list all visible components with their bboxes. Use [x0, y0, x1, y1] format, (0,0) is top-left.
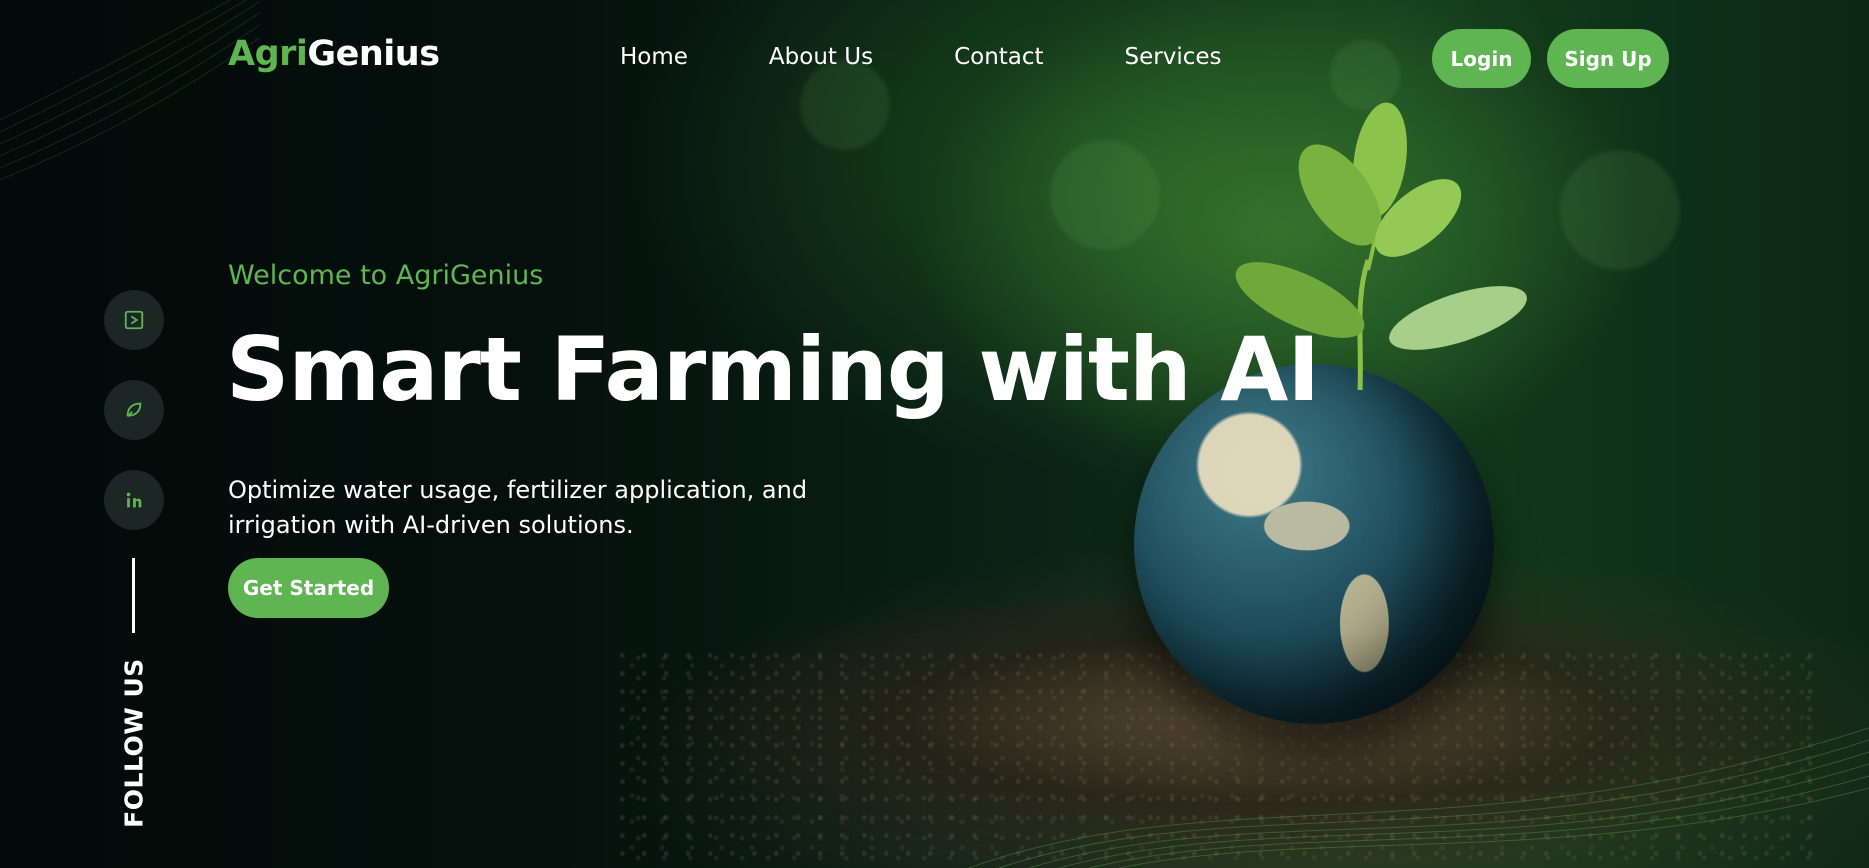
get-started-button[interactable]: Get Started — [228, 558, 389, 618]
decorative-waves — [969, 727, 1869, 868]
brand-logo-prefix: Agri — [228, 34, 308, 74]
brand-logo-suffix: Genius — [307, 34, 440, 74]
welcome-tagline: Welcome to AgriGenius — [228, 260, 544, 291]
follow-divider — [132, 558, 135, 633]
hero-section: AgriGenius Home About Us Contact Service… — [0, 0, 1869, 868]
follow-us-label: FOLLOW US — [119, 658, 149, 828]
social-link-3[interactable] — [104, 470, 164, 530]
bokeh-light — [1050, 140, 1160, 250]
hero-subtext: Optimize water usage, fertilizer applica… — [228, 476, 808, 539]
hero-headline: Smart Farming with AI — [226, 318, 1320, 421]
bokeh-light — [1560, 150, 1680, 270]
signup-button[interactable]: Sign Up — [1547, 29, 1669, 88]
nav-services[interactable]: Services — [1125, 44, 1222, 70]
nav-contact[interactable]: Contact — [954, 44, 1043, 70]
decorative-corner-lines — [0, 0, 260, 180]
nav-about-us[interactable]: About Us — [769, 44, 873, 70]
nav-home[interactable]: Home — [620, 44, 688, 70]
social-link-2[interactable] — [104, 380, 164, 440]
play-square-icon — [124, 310, 144, 330]
bokeh-light — [800, 60, 890, 150]
social-link-1[interactable] — [104, 290, 164, 350]
login-button[interactable]: Login — [1432, 29, 1531, 88]
main-nav: Home About Us Contact Services — [620, 44, 1303, 70]
linkedin-icon — [126, 492, 142, 508]
leaf-chat-icon — [126, 402, 142, 418]
brand-logo[interactable]: AgriGenius — [228, 34, 440, 74]
